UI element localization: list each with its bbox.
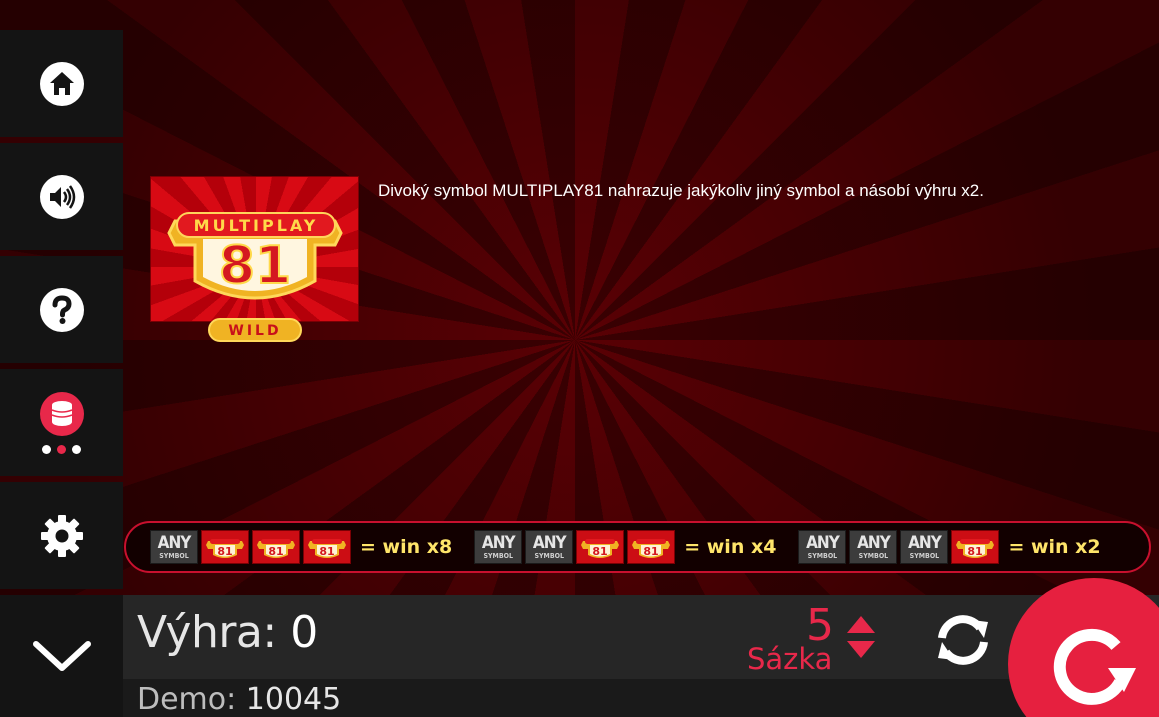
- any-symbol-top: ANY: [157, 532, 192, 553]
- wild-mini-number: 81: [217, 545, 232, 558]
- paytable-multiplier: = win x2: [1008, 536, 1101, 558]
- wild-mini-icon: 81: [581, 539, 620, 558]
- any-symbol-bottom: SYMBOL: [858, 551, 889, 560]
- home-button[interactable]: [0, 30, 123, 137]
- wild-mini-number: 81: [593, 545, 608, 558]
- coins-icon: [39, 392, 84, 436]
- speaker-icon: [39, 174, 84, 219]
- any-symbol-top: ANY: [908, 532, 942, 553]
- paytable-combo: ANY SYMBOL ANY SYMBOL ANY SYMBOL 81 = win x2: [798, 530, 1101, 564]
- page-dot: [72, 445, 81, 454]
- wild-mini-number: 81: [644, 545, 659, 558]
- wild-symbol-tile: 81: [303, 530, 351, 564]
- paytable-multiplier: = win x8: [360, 536, 453, 558]
- wild-symbol-tile: 81: [201, 530, 249, 564]
- any-symbol-bottom: SYMBOL: [159, 551, 189, 560]
- wild-mini-number: 81: [968, 545, 983, 558]
- gear-icon: [40, 514, 83, 557]
- win-display: Výhra: 0: [137, 607, 318, 658]
- home-icon: [39, 61, 84, 106]
- bet-increase-button[interactable]: [845, 614, 877, 634]
- any-symbol-top: ANY: [857, 532, 891, 553]
- wild-mini-icon: 81: [632, 539, 671, 558]
- wild-symbol-tile: 81: [576, 530, 625, 564]
- bet-label: Sázka: [747, 642, 833, 676]
- any-symbol-tile: ANY SYMBOL: [150, 530, 198, 564]
- demo-label: Demo:: [137, 682, 237, 717]
- wild-mini-number: 81: [319, 545, 334, 558]
- wild-mini-icon: 81: [956, 539, 995, 558]
- question-icon: [39, 287, 84, 332]
- sound-button[interactable]: [0, 143, 123, 250]
- paytable-multiplier: = win x4: [684, 536, 777, 558]
- wild-symbol-tile: 81: [627, 530, 676, 564]
- any-symbol-tile: ANY SYMBOL: [798, 530, 847, 564]
- wild-symbol-tile: 81: [252, 530, 300, 564]
- page-indicator: [42, 445, 81, 454]
- settings-button[interactable]: [0, 482, 123, 589]
- any-symbol-tile: ANY SYMBOL: [849, 530, 898, 564]
- autoplay-button[interactable]: [928, 608, 998, 672]
- any-symbol-bottom: SYMBOL: [807, 551, 838, 560]
- chevron-down-icon: [32, 641, 91, 671]
- wild-mini-icon: 81: [308, 539, 346, 558]
- any-symbol-bottom: SYMBOL: [483, 551, 513, 560]
- any-symbol-bottom: SYMBOL: [534, 551, 564, 560]
- autoplay-icon: [938, 615, 988, 665]
- wild-symbol-image: MULTIPLAY 81 WILD: [150, 176, 359, 342]
- wild-mini-number: 81: [268, 545, 283, 558]
- paytable-strip: ANY SYMBOL 81 81 81 = win x8 ANY SYMBOL ANY SYMBO…: [124, 521, 1151, 573]
- wild-symbol-sign: MULTIPLAY 81 WILD: [167, 212, 343, 342]
- wild-bottom-text: WILD: [228, 323, 281, 339]
- any-symbol-top: ANY: [481, 532, 516, 553]
- any-symbol-tile: ANY SYMBOL: [474, 530, 523, 564]
- page-dot-active: [57, 445, 66, 454]
- any-symbol-bottom: SYMBOL: [909, 551, 940, 560]
- wild-symbol-tile: 81: [951, 530, 1000, 564]
- win-label: Výhra:: [137, 607, 277, 658]
- bet-info-button[interactable]: [0, 369, 123, 476]
- wild-number: 81: [219, 236, 291, 296]
- wild-mini-icon: 81: [257, 539, 295, 558]
- page-dot: [42, 445, 51, 454]
- spin-icon: [1053, 628, 1136, 705]
- help-button[interactable]: [0, 256, 123, 363]
- collapse-menu-button[interactable]: [0, 595, 123, 717]
- wild-description: Divoký symbol MULTIPLAY81 nahrazuje jaký…: [378, 181, 984, 200]
- wild-mini-icon: 81: [206, 539, 244, 558]
- wild-top-text: MULTIPLAY: [194, 216, 319, 235]
- sidebar: [0, 30, 123, 595]
- any-symbol-top: ANY: [532, 532, 567, 553]
- bet-decrease-button[interactable]: [845, 640, 877, 660]
- any-symbol-tile: ANY SYMBOL: [525, 530, 574, 564]
- demo-value: 10045: [245, 682, 342, 717]
- paytable-combo: ANY SYMBOL 81 81 81 = win x8: [150, 530, 452, 564]
- paytable-combo: ANY SYMBOL ANY SYMBOL 81 81 = win x4: [474, 530, 776, 564]
- any-symbol-tile: ANY SYMBOL: [900, 530, 949, 564]
- win-value: 0: [290, 607, 318, 658]
- any-symbol-top: ANY: [806, 532, 840, 553]
- balance-display: Demo: 10045: [137, 682, 341, 717]
